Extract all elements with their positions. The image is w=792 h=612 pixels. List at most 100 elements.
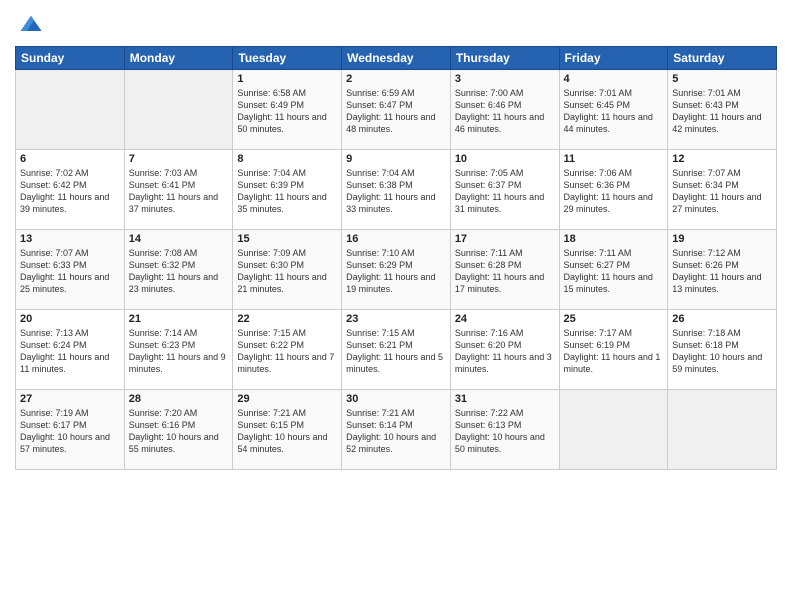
weekday-header-saturday: Saturday xyxy=(668,47,777,70)
calendar-week-2: 13Sunrise: 7:07 AM Sunset: 6:33 PM Dayli… xyxy=(16,230,777,310)
calendar-week-4: 27 Sunrise: 7:19 AM Sunset: 6:17 PM Dayli… xyxy=(16,390,777,470)
day-number: 27 xyxy=(20,393,120,405)
day-number: 14 xyxy=(129,233,229,245)
calendar-cell: 10 Sunrise: 7:05 AM Sunset: 6:37 PM Dayli… xyxy=(450,150,559,230)
calendar-cell: 6Sunrise: 7:02 AM Sunset: 6:42 PM Daylig… xyxy=(16,150,125,230)
day-number: 2 xyxy=(346,73,446,85)
day-number: 4 xyxy=(564,73,664,85)
day-number: 30 xyxy=(346,393,446,405)
day-number: 8 xyxy=(237,153,337,165)
cell-text: Sunrise: 7:15 AM Sunset: 6:22 PM Dayligh… xyxy=(237,327,337,376)
weekday-header-monday: Monday xyxy=(124,47,233,70)
calendar-cell: 9 Sunrise: 7:04 AM Sunset: 6:38 PM Daylig… xyxy=(342,150,451,230)
cell-text: Sunrise: 7:14 AM Sunset: 6:23 PM Dayligh… xyxy=(129,327,229,376)
calendar-cell: 13Sunrise: 7:07 AM Sunset: 6:33 PM Dayli… xyxy=(16,230,125,310)
day-number: 22 xyxy=(237,313,337,325)
weekday-header-sunday: Sunday xyxy=(16,47,125,70)
cell-text: Sunrise: 7:02 AM Sunset: 6:42 PM Dayligh… xyxy=(20,167,120,216)
cell-text: Sunrise: 7:12 AM Sunset: 6:26 PM Dayligh… xyxy=(672,247,772,296)
day-number: 9 xyxy=(346,153,446,165)
calendar-cell: 30 Sunrise: 7:21 AM Sunset: 6:14 PM Dayli… xyxy=(342,390,451,470)
cell-text: Sunrise: 7:07 AM Sunset: 6:34 PM Dayligh… xyxy=(672,167,772,216)
calendar-cell: 27 Sunrise: 7:19 AM Sunset: 6:17 PM Dayli… xyxy=(16,390,125,470)
calendar: SundayMondayTuesdayWednesdayThursdayFrid… xyxy=(15,46,777,470)
cell-text: Sunrise: 7:01 AM Sunset: 6:45 PM Dayligh… xyxy=(564,87,664,136)
cell-text: Sunrise: 7:01 AM Sunset: 6:43 PM Dayligh… xyxy=(672,87,772,136)
day-number: 21 xyxy=(129,313,229,325)
logo xyxy=(15,10,45,38)
day-number: 13 xyxy=(20,233,120,245)
day-number: 3 xyxy=(455,73,555,85)
calendar-week-0: 1Sunrise: 6:58 AM Sunset: 6:49 PM Daylig… xyxy=(16,70,777,150)
calendar-cell: 29Sunrise: 7:21 AM Sunset: 6:15 PM Dayli… xyxy=(233,390,342,470)
calendar-cell: 22 Sunrise: 7:15 AM Sunset: 6:22 PM Dayli… xyxy=(233,310,342,390)
calendar-cell: 14 Sunrise: 7:08 AM Sunset: 6:32 PM Dayli… xyxy=(124,230,233,310)
calendar-cell: 17 Sunrise: 7:11 AM Sunset: 6:28 PM Dayli… xyxy=(450,230,559,310)
cell-text: Sunrise: 7:19 AM Sunset: 6:17 PM Dayligh… xyxy=(20,407,120,456)
calendar-body: 1Sunrise: 6:58 AM Sunset: 6:49 PM Daylig… xyxy=(16,70,777,470)
cell-text: Sunrise: 7:16 AM Sunset: 6:20 PM Dayligh… xyxy=(455,327,555,376)
cell-text: Sunrise: 7:21 AM Sunset: 6:14 PM Dayligh… xyxy=(346,407,446,456)
day-number: 12 xyxy=(672,153,772,165)
day-number: 28 xyxy=(129,393,229,405)
day-number: 23 xyxy=(346,313,446,325)
calendar-cell xyxy=(559,390,668,470)
day-number: 24 xyxy=(455,313,555,325)
day-number: 17 xyxy=(455,233,555,245)
calendar-cell: 2Sunrise: 6:59 AM Sunset: 6:47 PM Daylig… xyxy=(342,70,451,150)
weekday-header-tuesday: Tuesday xyxy=(233,47,342,70)
cell-text: Sunrise: 7:20 AM Sunset: 6:16 PM Dayligh… xyxy=(129,407,229,456)
day-number: 7 xyxy=(129,153,229,165)
cell-text: Sunrise: 7:13 AM Sunset: 6:24 PM Dayligh… xyxy=(20,327,120,376)
day-number: 29 xyxy=(237,393,337,405)
calendar-cell: 16 Sunrise: 7:10 AM Sunset: 6:29 PM Dayli… xyxy=(342,230,451,310)
day-number: 11 xyxy=(564,153,664,165)
calendar-cell: 4 Sunrise: 7:01 AM Sunset: 6:45 PM Daylig… xyxy=(559,70,668,150)
cell-text: Sunrise: 7:06 AM Sunset: 6:36 PM Dayligh… xyxy=(564,167,664,216)
calendar-cell: 24 Sunrise: 7:16 AM Sunset: 6:20 PM Dayli… xyxy=(450,310,559,390)
day-number: 5 xyxy=(672,73,772,85)
cell-text: Sunrise: 7:18 AM Sunset: 6:18 PM Dayligh… xyxy=(672,327,772,376)
page: SundayMondayTuesdayWednesdayThursdayFrid… xyxy=(0,0,792,612)
weekday-row: SundayMondayTuesdayWednesdayThursdayFrid… xyxy=(16,47,777,70)
calendar-cell xyxy=(124,70,233,150)
cell-text: Sunrise: 7:09 AM Sunset: 6:30 PM Dayligh… xyxy=(237,247,337,296)
calendar-cell: 5 Sunrise: 7:01 AM Sunset: 6:43 PM Daylig… xyxy=(668,70,777,150)
calendar-cell: 26 Sunrise: 7:18 AM Sunset: 6:18 PM Dayli… xyxy=(668,310,777,390)
day-number: 16 xyxy=(346,233,446,245)
calendar-cell xyxy=(668,390,777,470)
calendar-cell: 11 Sunrise: 7:06 AM Sunset: 6:36 PM Dayli… xyxy=(559,150,668,230)
calendar-cell: 20Sunrise: 7:13 AM Sunset: 6:24 PM Dayli… xyxy=(16,310,125,390)
cell-text: Sunrise: 7:04 AM Sunset: 6:38 PM Dayligh… xyxy=(346,167,446,216)
calendar-week-3: 20Sunrise: 7:13 AM Sunset: 6:24 PM Dayli… xyxy=(16,310,777,390)
cell-text: Sunrise: 7:17 AM Sunset: 6:19 PM Dayligh… xyxy=(564,327,664,376)
header xyxy=(15,10,777,38)
cell-text: Sunrise: 7:00 AM Sunset: 6:46 PM Dayligh… xyxy=(455,87,555,136)
day-number: 31 xyxy=(455,393,555,405)
weekday-header-thursday: Thursday xyxy=(450,47,559,70)
cell-text: Sunrise: 7:11 AM Sunset: 6:28 PM Dayligh… xyxy=(455,247,555,296)
calendar-cell xyxy=(16,70,125,150)
day-number: 15 xyxy=(237,233,337,245)
cell-text: Sunrise: 7:22 AM Sunset: 6:13 PM Dayligh… xyxy=(455,407,555,456)
cell-text: Sunrise: 7:08 AM Sunset: 6:32 PM Dayligh… xyxy=(129,247,229,296)
cell-text: Sunrise: 7:15 AM Sunset: 6:21 PM Dayligh… xyxy=(346,327,446,376)
day-number: 26 xyxy=(672,313,772,325)
calendar-cell: 3 Sunrise: 7:00 AM Sunset: 6:46 PM Daylig… xyxy=(450,70,559,150)
cell-text: Sunrise: 7:05 AM Sunset: 6:37 PM Dayligh… xyxy=(455,167,555,216)
day-number: 18 xyxy=(564,233,664,245)
day-number: 10 xyxy=(455,153,555,165)
cell-text: Sunrise: 6:58 AM Sunset: 6:49 PM Dayligh… xyxy=(237,87,337,136)
cell-text: Sunrise: 7:10 AM Sunset: 6:29 PM Dayligh… xyxy=(346,247,446,296)
calendar-cell: 18 Sunrise: 7:11 AM Sunset: 6:27 PM Dayli… xyxy=(559,230,668,310)
weekday-header-wednesday: Wednesday xyxy=(342,47,451,70)
weekday-header-friday: Friday xyxy=(559,47,668,70)
calendar-cell: 19Sunrise: 7:12 AM Sunset: 6:26 PM Dayli… xyxy=(668,230,777,310)
logo-icon xyxy=(17,10,45,38)
calendar-cell: 23 Sunrise: 7:15 AM Sunset: 6:21 PM Dayli… xyxy=(342,310,451,390)
cell-text: Sunrise: 7:11 AM Sunset: 6:27 PM Dayligh… xyxy=(564,247,664,296)
calendar-cell: 21 Sunrise: 7:14 AM Sunset: 6:23 PM Dayli… xyxy=(124,310,233,390)
cell-text: Sunrise: 7:03 AM Sunset: 6:41 PM Dayligh… xyxy=(129,167,229,216)
calendar-cell: 28 Sunrise: 7:20 AM Sunset: 6:16 PM Dayli… xyxy=(124,390,233,470)
calendar-week-1: 6Sunrise: 7:02 AM Sunset: 6:42 PM Daylig… xyxy=(16,150,777,230)
